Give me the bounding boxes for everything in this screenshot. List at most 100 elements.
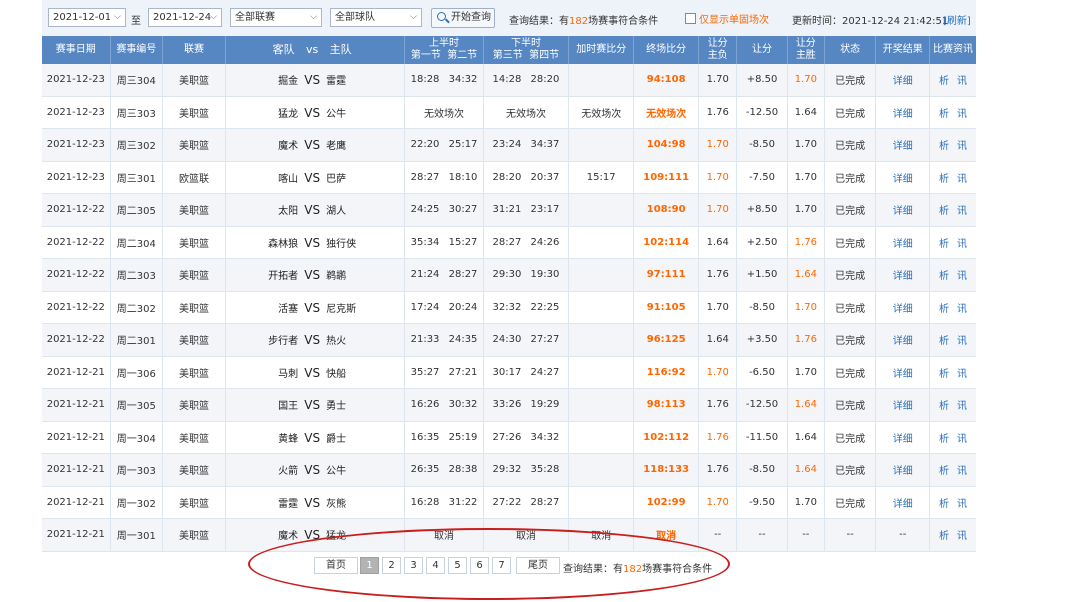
- detail-link[interactable]: 详细: [875, 388, 930, 422]
- home-team[interactable]: 雷霆: [326, 72, 376, 87]
- home-team[interactable]: 快船: [326, 365, 376, 380]
- news-link[interactable]: 讯: [957, 495, 967, 510]
- page-3-button[interactable]: 3: [404, 557, 423, 574]
- analysis-link[interactable]: 析: [939, 202, 949, 217]
- detail-link[interactable]: 详细: [875, 161, 930, 194]
- page-4-button[interactable]: 4: [426, 557, 445, 574]
- cell-first-half: 16:26 30:32: [404, 388, 484, 422]
- news-link[interactable]: 讯: [957, 235, 967, 250]
- away-team[interactable]: 喀山: [254, 170, 298, 185]
- analysis-link[interactable]: 析: [939, 235, 949, 250]
- away-team[interactable]: 猛龙: [254, 105, 298, 120]
- first-page-button[interactable]: 首页: [314, 557, 358, 574]
- news-link[interactable]: 讯: [957, 462, 967, 477]
- cell-first-half: 16:28 31:22: [404, 486, 484, 519]
- analysis-link[interactable]: 析: [939, 300, 949, 315]
- cell-date: 2021-12-21: [42, 388, 111, 422]
- analysis-link[interactable]: 析: [939, 72, 949, 87]
- only-single-toggle[interactable]: 仅显示单固场次: [685, 11, 769, 26]
- detail-link[interactable]: 详细: [875, 193, 930, 227]
- detail-link[interactable]: 详细: [875, 323, 930, 357]
- news-link[interactable]: 讯: [957, 430, 967, 445]
- away-team[interactable]: 森林狼: [254, 235, 298, 250]
- home-team[interactable]: 勇士: [326, 397, 376, 412]
- analysis-link[interactable]: 析: [939, 267, 949, 282]
- page-5-button[interactable]: 5: [448, 557, 467, 574]
- cell-overtime: [568, 323, 635, 357]
- analysis-link[interactable]: 析: [939, 495, 949, 510]
- refresh-link[interactable]: [刷新]: [943, 12, 971, 27]
- only-single-label: 仅显示单固场次: [699, 15, 769, 26]
- detail-link[interactable]: 详细: [875, 64, 930, 97]
- date-from-select[interactable]: 2021-12-01 ⌵: [48, 8, 126, 27]
- news-link[interactable]: 讯: [957, 365, 967, 380]
- page-1-button[interactable]: 1: [360, 557, 379, 574]
- home-team[interactable]: 灰熊: [326, 495, 376, 510]
- away-team[interactable]: 步行者: [254, 332, 298, 347]
- detail-link[interactable]: 详细: [875, 356, 930, 389]
- home-team[interactable]: 独行侠: [326, 235, 376, 250]
- cell-league: 美职篮: [162, 64, 226, 97]
- detail-link[interactable]: 详细: [875, 421, 930, 454]
- date-to-select[interactable]: 2021-12-24 ⌵: [148, 8, 222, 27]
- team-select[interactable]: 全部球队 ⌵: [330, 8, 422, 27]
- away-team[interactable]: 国王: [254, 397, 298, 412]
- cell-date: 2021-12-23: [42, 128, 111, 162]
- q3-score: 32:32: [492, 301, 522, 313]
- news-link[interactable]: 讯: [957, 397, 967, 412]
- away-team[interactable]: 开拓者: [254, 267, 298, 282]
- q1-score: 16:35: [410, 431, 440, 443]
- news-link[interactable]: 讯: [957, 170, 967, 185]
- news-link[interactable]: 讯: [957, 300, 967, 315]
- analysis-link[interactable]: 析: [939, 397, 949, 412]
- home-team[interactable]: 鹈鹕: [326, 267, 376, 282]
- cell-overtime: [568, 421, 635, 454]
- detail-link[interactable]: 详细: [875, 128, 930, 162]
- away-team[interactable]: 掘金: [254, 72, 298, 87]
- last-page-button[interactable]: 尾页: [516, 557, 560, 574]
- page-2-button[interactable]: 2: [382, 557, 401, 574]
- q4-score: 24:27: [530, 366, 560, 378]
- detail-link[interactable]: 详细: [875, 486, 930, 519]
- detail-link[interactable]: 详细: [875, 291, 930, 324]
- home-team[interactable]: 公牛: [326, 105, 376, 120]
- analysis-link[interactable]: 析: [939, 137, 949, 152]
- detail-link[interactable]: 详细: [875, 258, 930, 292]
- away-team[interactable]: 雷霆: [254, 495, 298, 510]
- away-team[interactable]: 太阳: [254, 202, 298, 217]
- news-link[interactable]: 讯: [957, 72, 967, 87]
- away-team[interactable]: 活塞: [254, 300, 298, 315]
- league-select[interactable]: 全部联赛 ⌵: [230, 8, 322, 27]
- search-button[interactable]: 开始查询: [431, 8, 495, 28]
- news-link[interactable]: 讯: [957, 202, 967, 217]
- home-team[interactable]: 湖人: [326, 202, 376, 217]
- analysis-link[interactable]: 析: [939, 430, 949, 445]
- away-team[interactable]: 火箭: [254, 462, 298, 477]
- q2-score: 30:32: [448, 399, 478, 411]
- page-7-button[interactable]: 7: [492, 557, 511, 574]
- analysis-link[interactable]: 析: [939, 365, 949, 380]
- news-link[interactable]: 讯: [957, 267, 967, 282]
- away-team[interactable]: 马刺: [254, 365, 298, 380]
- detail-link[interactable]: 详细: [875, 96, 930, 129]
- cell-first-half: 17:24 20:24: [404, 291, 484, 324]
- detail-link[interactable]: 详细: [875, 226, 930, 259]
- only-single-checkbox[interactable]: [685, 13, 696, 24]
- away-team[interactable]: 魔术: [254, 137, 298, 152]
- news-link[interactable]: 讯: [957, 332, 967, 347]
- news-link[interactable]: 讯: [957, 105, 967, 120]
- analysis-link[interactable]: 析: [939, 170, 949, 185]
- news-link[interactable]: 讯: [957, 137, 967, 152]
- home-team[interactable]: 热火: [326, 332, 376, 347]
- home-team[interactable]: 公牛: [326, 462, 376, 477]
- home-team[interactable]: 爵士: [326, 430, 376, 445]
- analysis-link[interactable]: 析: [939, 462, 949, 477]
- home-team[interactable]: 老鹰: [326, 137, 376, 152]
- analysis-link[interactable]: 析: [939, 332, 949, 347]
- home-team[interactable]: 尼克斯: [326, 300, 376, 315]
- analysis-link[interactable]: 析: [939, 105, 949, 120]
- page-6-button[interactable]: 6: [470, 557, 489, 574]
- detail-link[interactable]: 详细: [875, 453, 930, 487]
- away-team[interactable]: 黄蜂: [254, 430, 298, 445]
- home-team[interactable]: 巴萨: [326, 170, 376, 185]
